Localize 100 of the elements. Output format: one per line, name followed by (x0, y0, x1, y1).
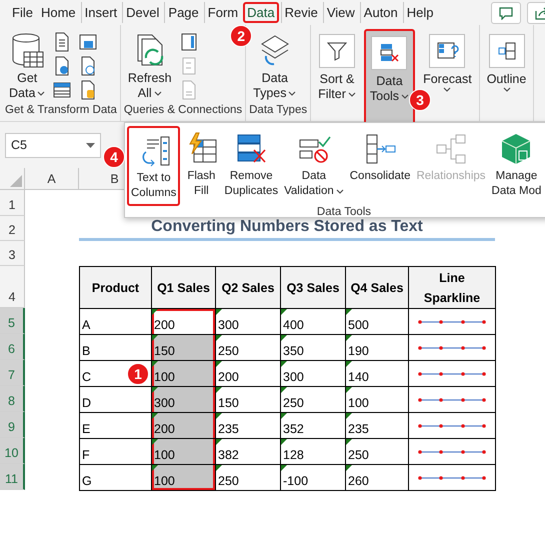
group-label: Data Types (249, 104, 308, 118)
error-triangle-icon (152, 309, 158, 315)
step-badge: 1 (127, 363, 149, 385)
menu-tab[interactable]: Home (38, 2, 79, 23)
sparkline-drawing (417, 474, 487, 482)
row-header[interactable]: 6 (0, 334, 25, 360)
column-heading: Q2 Sales (215, 266, 281, 309)
row-header[interactable]: 9 (0, 412, 25, 438)
row-header[interactable]: 5 (0, 308, 25, 334)
menu-tab[interactable]: Revie (280, 2, 321, 23)
select-all-icon (10, 175, 22, 187)
relationships-icon (434, 132, 468, 166)
sort-filter-button[interactable]: Sort & Filter (314, 29, 360, 104)
links-file-icon (180, 80, 198, 100)
edit-links-icon (180, 56, 198, 76)
error-triangle-icon (216, 387, 222, 393)
refresh-all-button[interactable]: Refresh All (124, 29, 176, 103)
error-triangle-icon (346, 361, 352, 367)
step-badge: 3 (409, 89, 432, 111)
row-header[interactable]: 7 (0, 360, 25, 386)
outline-button[interactable]: Outline (482, 29, 530, 94)
table-cell: 150 (151, 334, 216, 361)
error-triangle-icon (152, 335, 158, 341)
table-cell: 300 (151, 386, 216, 413)
column-heading: Q4 Sales (345, 266, 409, 309)
row-header[interactable]: 10 (0, 438, 25, 464)
error-triangle-icon (216, 465, 222, 471)
error-triangle-icon (216, 309, 222, 315)
menu-tool-button[interactable]: Consolidate (348, 126, 412, 187)
error-triangle-icon (152, 465, 158, 471)
menu-tool-button[interactable]: Data Validation (282, 126, 346, 202)
web-table-icon (79, 32, 98, 52)
row-header[interactable]: 4 (0, 266, 25, 308)
column-header[interactable]: A (25, 168, 79, 189)
error-triangle-icon (216, 439, 222, 445)
error-triangle-icon (281, 439, 287, 445)
table-cell: 100 (151, 360, 216, 387)
error-triangle-icon (346, 309, 352, 315)
error-triangle-icon (152, 361, 158, 367)
table-icon (53, 80, 72, 100)
row-header[interactable]: 3 (0, 241, 25, 266)
table-cell: 100 (151, 464, 216, 491)
recent-file-icon (79, 56, 98, 76)
menu-tab[interactable]: Form (204, 2, 242, 23)
menu-tab[interactable]: Help (402, 2, 437, 23)
row-header[interactable]: 11 (0, 464, 25, 490)
table-cell: G (79, 464, 152, 491)
name-box[interactable]: C5 (5, 132, 101, 158)
menu-tab[interactable]: View (322, 2, 358, 23)
menu-tab[interactable]: Devel (122, 2, 162, 23)
table-cell: 260 (345, 464, 409, 491)
table-cell: -100 (280, 464, 346, 491)
column-heading: Product (79, 266, 152, 309)
menu-tool-button[interactable]: Text to Columns (127, 126, 180, 206)
menu-tab[interactable]: File (9, 2, 36, 23)
error-triangle-icon (152, 413, 158, 419)
row-header[interactable]: 8 (0, 386, 25, 412)
group-label: Get & Transform Data (5, 104, 117, 118)
web-file-icon (53, 56, 72, 76)
table-cell: 100 (151, 438, 216, 465)
column-heading: Q3 Sales (280, 266, 346, 309)
menu-tab[interactable]: Auton (360, 2, 401, 23)
error-triangle-icon (152, 439, 158, 445)
comment-icon (498, 6, 514, 20)
menu-tab[interactable]: Data (243, 2, 279, 23)
sparkline-drawing (417, 422, 487, 430)
comments-button[interactable] (491, 2, 521, 24)
menu-tab[interactable]: Insert (80, 2, 120, 23)
text-file-icon (53, 32, 72, 52)
menu-tool-button[interactable]: Manage Data Mod (490, 126, 544, 202)
error-triangle-icon (281, 413, 287, 419)
error-triangle-icon (281, 361, 287, 367)
sparkline-drawing (417, 448, 487, 456)
error-triangle-icon (346, 439, 352, 445)
table-cell: 200 (151, 308, 216, 335)
error-triangle-icon (281, 387, 287, 393)
properties-icon (180, 32, 198, 52)
table-cell: 250 (215, 464, 281, 491)
error-triangle-icon (216, 335, 222, 341)
error-triangle-icon (216, 413, 222, 419)
menu-tab[interactable]: Page (164, 2, 202, 23)
error-triangle-icon (281, 335, 287, 341)
dropdown-arrow-icon (86, 142, 95, 148)
row-header[interactable]: 2 (0, 216, 25, 241)
error-triangle-icon (346, 413, 352, 419)
error-triangle-icon (281, 309, 287, 315)
sparkline-drawing (417, 396, 487, 404)
sparkline-drawing (417, 370, 487, 378)
data-tools-button[interactable]: Data Tools (364, 29, 416, 125)
menu-tool-button[interactable]: Flash Fill (182, 126, 220, 202)
group-label: Queries & Connections (124, 104, 242, 118)
group-label: Data Tools (316, 206, 372, 218)
error-triangle-icon (216, 361, 222, 367)
row-header[interactable]: 1 (0, 190, 25, 216)
database-table-icon (10, 32, 44, 70)
error-triangle-icon (281, 465, 287, 471)
error-triangle-icon (346, 465, 352, 471)
menu-tool-button[interactable]: Remove Duplicates (222, 126, 280, 202)
get-data-button[interactable]: Get Data (5, 29, 50, 103)
database-file-icon (79, 80, 98, 100)
